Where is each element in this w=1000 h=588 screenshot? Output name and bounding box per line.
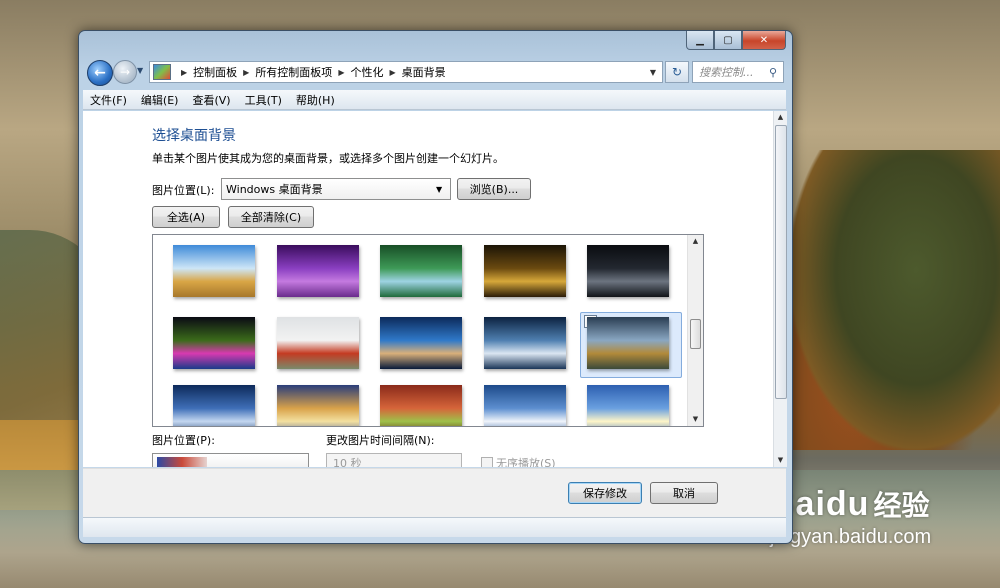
scroll-down-icon[interactable]: ▼ [688,413,703,426]
wallpaper-thumbnail-red-poppies[interactable] [277,317,359,369]
forward-button[interactable]: → [113,60,137,84]
shuffle-label: 无序播放(S) [496,457,556,467]
thumbnail-scrollbar[interactable]: ▲ ▼ [687,235,703,426]
back-button[interactable]: ← [87,60,113,86]
wallpaper-thumbnail-list: ✓ ▲ ▼ [152,234,704,427]
search-input[interactable]: 搜索控制... [693,64,769,80]
control-panel-window: ▁ ▢ ✕ ← → ▼ ▶ 控制面板 ▶ 所有控制面板项 ▶ 个性化 ▶ 桌面背… [78,30,793,544]
maximize-button[interactable]: ▢ [714,31,742,50]
breadcrumb-desktop-background[interactable]: 桌面背景 [402,64,446,80]
interval-select[interactable]: 10 秒 [326,453,462,467]
close-icon: ✕ [759,34,769,46]
page-description: 单击某个图片使其成为您的桌面背景，或选择多个图片创建一个幻灯片。 [152,152,504,165]
wallpaper-thumbnail-boat-sunset-lake[interactable] [380,317,462,369]
menu-file[interactable]: 文件(F) [83,92,134,108]
select-all-button[interactable]: 全选(A) [152,206,220,228]
maximize-icon: ▢ [723,34,733,46]
menu-tools[interactable]: 工具(T) [238,92,289,108]
wallpaper-thumbnail-moon-night-snow[interactable] [484,317,566,369]
chevron-down-icon: ▼ [436,184,443,194]
search-icon[interactable]: ⚲ [769,66,783,79]
address-bar[interactable]: ▶ 控制面板 ▶ 所有控制面板项 ▶ 个性化 ▶ 桌面背景 ▼ [149,61,663,83]
wallpaper-thumbnail-waterfall-green[interactable] [380,245,462,297]
breadcrumb-control-panel[interactable]: 控制面板 [193,64,237,80]
picture-position-label: 图片位置(P): [152,434,215,447]
history-dropdown-icon[interactable]: ▼ [137,66,143,75]
picture-position-select[interactable] [152,453,309,467]
watermark-url: jingyan.baidu.com [770,526,932,548]
page-title: 选择桌面背景 [152,128,236,144]
scroll-down-icon[interactable]: ▼ [774,454,787,467]
wallpaper-thumbnail-sunburst-sky[interactable] [587,385,669,426]
wallpaper-thumbnail-blue-light-rays[interactable] [173,385,255,426]
clear-all-button[interactable]: 全部清除(C) [228,206,314,228]
wallpaper-thumbnail-dancers-light[interactable] [173,317,255,369]
navigation-bar: ← → ▼ ▶ 控制面板 ▶ 所有控制面板项 ▶ 个性化 ▶ 桌面背景 ▼ ↻ … [85,58,785,86]
picture-location-label: 图片位置(L): [152,184,215,197]
refresh-button[interactable]: ↻ [665,61,689,83]
picture-location-value: Windows 桌面背景 [226,183,323,196]
background-trees [790,150,1000,450]
shuffle-checkbox[interactable] [481,457,493,467]
caption-buttons: ▁ ▢ ✕ [686,31,786,50]
chevron-right-icon[interactable]: ▶ [389,68,395,77]
wallpaper-thumbnail-glowing-orb-dark[interactable] [484,245,566,297]
cancel-button[interactable]: 取消 [650,482,718,504]
status-bar [83,517,786,537]
refresh-icon: ↻ [671,65,683,79]
browse-button[interactable]: 浏览(B)... [457,178,531,200]
wallpaper-thumbnail-lake-autumn-selected[interactable] [587,317,669,369]
watermark-cn: 经验 [873,489,930,522]
wallpaper-thumbnail-red-leaf-green[interactable] [380,385,462,426]
forward-arrow-icon: → [119,65,131,79]
menu-edit[interactable]: 编辑(E) [134,92,186,108]
position-preview-icon [157,457,207,467]
address-dropdown-icon[interactable]: ▼ [650,68,656,77]
scroll-up-icon[interactable]: ▲ [688,235,703,248]
scroll-up-icon[interactable]: ▲ [774,111,787,124]
control-panel-icon [153,64,171,80]
baidu-watermark: Baidu 经验 jingyan.baidu.com [770,484,931,549]
back-arrow-icon: ← [94,65,106,81]
chevron-right-icon[interactable]: ▶ [338,68,344,77]
picture-location-select[interactable]: Windows 桌面背景 ▼ [221,178,451,200]
breadcrumb-personalization[interactable]: 个性化 [350,64,383,80]
save-changes-button[interactable]: 保存修改 [568,482,642,504]
wallpaper-thumbnail-wheat-field-sky[interactable] [173,245,255,297]
menu-help[interactable]: 帮助(H) [289,92,342,108]
main-content: 选择桌面背景 单击某个图片使其成为您的桌面背景，或选择多个图片创建一个幻灯片。 … [83,111,773,467]
wallpaper-thumbnail-ladybug-purple-flower[interactable] [277,245,359,297]
wallpaper-thumbnail-smoking-cup-dark[interactable] [587,245,669,297]
minimize-button[interactable]: ▁ [686,31,714,50]
chevron-right-icon[interactable]: ▶ [243,68,249,77]
content-scrollbar[interactable]: ▲ ▼ [773,111,787,467]
breadcrumb-all-items[interactable]: 所有控制面板项 [255,64,332,80]
scrollbar-thumb[interactable] [690,319,701,349]
chevron-right-icon[interactable]: ▶ [181,68,187,77]
search-box[interactable]: 搜索控制... ⚲ [692,61,784,83]
wallpaper-thumbnail-sunset-clouds[interactable] [277,385,359,426]
wallpaper-thumbnail-sky-sun-white[interactable] [484,385,566,426]
minimize-icon: ▁ [696,34,704,46]
interval-label: 更改图片时间间隔(N): [326,434,435,447]
menu-bar: 文件(F) 编辑(E) 查看(V) 工具(T) 帮助(H) [83,90,786,110]
footer-bar: 保存修改 取消 [83,468,786,517]
scrollbar-thumb[interactable] [775,125,787,399]
menu-view[interactable]: 查看(V) [185,92,237,108]
close-button[interactable]: ✕ [742,31,786,50]
